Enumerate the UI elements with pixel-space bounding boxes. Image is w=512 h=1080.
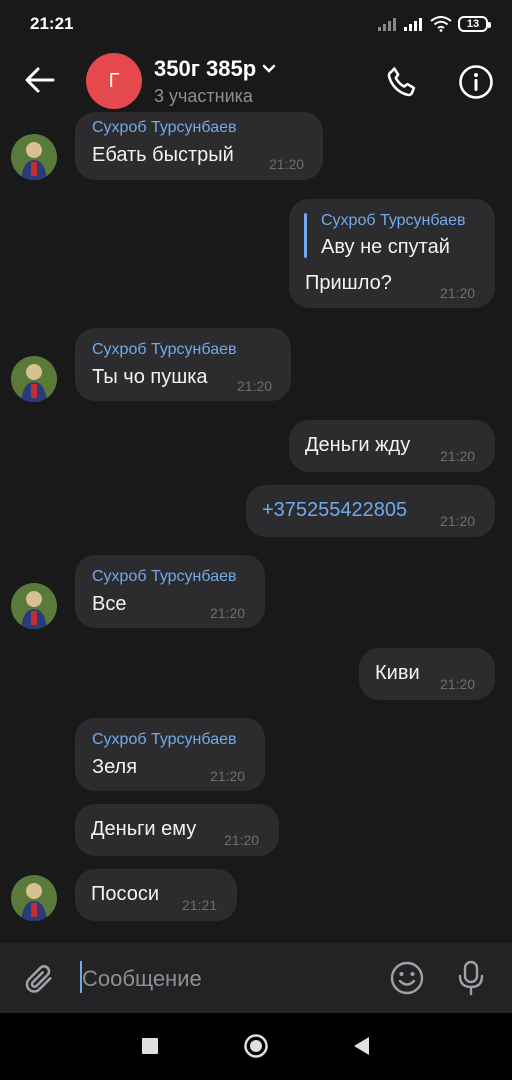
message-bubble[interactable]: Сухроб Турсунбаев Аву не спутай Пришло? … <box>289 199 495 308</box>
smiley-icon <box>390 961 424 995</box>
phone-link[interactable]: +375255422805 <box>262 499 407 522</box>
message-text: Пришло? <box>305 272 392 294</box>
square-icon <box>142 1038 158 1054</box>
info-icon <box>459 65 493 99</box>
message-text: Деньги ему <box>91 818 197 840</box>
system-nav-bar <box>0 1013 512 1080</box>
avatar-photo-icon <box>11 583 57 629</box>
recents-button[interactable] <box>135 1031 165 1061</box>
reply-sender: Сухроб Турсунбаев <box>321 212 466 229</box>
message-text: Пососи <box>91 883 160 905</box>
sender-name: Сухроб Турсунбаев <box>92 568 237 585</box>
chat-avatar[interactable]: Г <box>86 53 142 109</box>
phone-icon <box>387 67 416 97</box>
message-bubble[interactable]: Деньги жду 21:20 <box>289 420 495 472</box>
emoji-button[interactable] <box>386 957 428 999</box>
message-text: Зеля <box>92 756 138 778</box>
triangle-back-icon <box>354 1037 369 1055</box>
signal-icon <box>378 18 396 31</box>
sender-name: Сухроб Турсунбаев <box>92 341 237 358</box>
message-list[interactable]: Сухроб Турсунбаев Ебать быстрый 21:20 Су… <box>0 112 512 942</box>
message-time: 21:20 <box>440 676 476 692</box>
message-bubble[interactable]: Сухроб Турсунбаев Ебать быстрый 21:20 <box>75 112 323 180</box>
message-time: 21:20 <box>237 378 273 394</box>
status-time: 21:21 <box>30 14 74 33</box>
message-time: 21:21 <box>182 897 218 913</box>
reply-quote-bar <box>304 213 307 258</box>
message-composer <box>0 943 512 1013</box>
microphone-icon <box>458 960 484 996</box>
message-text: Киви <box>375 662 420 684</box>
chat-title[interactable]: 350г 385р <box>154 56 276 82</box>
chevron-down-icon <box>262 64 276 73</box>
avatar-photo-icon <box>11 875 57 921</box>
message-text: Ты чо пушка <box>92 366 208 388</box>
message-time: 21:20 <box>440 448 476 464</box>
message-time: 21:20 <box>269 156 305 172</box>
message-bubble[interactable]: Сухроб Турсунбаев Все 21:20 <box>75 555 265 628</box>
avatar-photo-icon <box>11 356 57 402</box>
sender-avatar[interactable] <box>11 875 57 921</box>
message-time: 21:20 <box>440 285 476 301</box>
paperclip-icon <box>25 965 52 993</box>
sender-avatar[interactable] <box>11 134 57 180</box>
status-bar: 21:21 13 <box>0 0 512 48</box>
attach-button[interactable] <box>18 958 60 1000</box>
chat-title-text: 350г 385р <box>154 56 257 81</box>
sender-avatar[interactable] <box>11 583 57 629</box>
back-button[interactable] <box>20 60 60 100</box>
battery-level: 13 <box>466 18 480 30</box>
back-nav-button[interactable] <box>346 1031 376 1061</box>
message-text: Все <box>92 593 127 615</box>
microphone-button[interactable] <box>450 957 492 999</box>
message-bubble[interactable]: Киви 21:20 <box>359 648 495 700</box>
wifi-icon <box>430 16 452 32</box>
message-bubble[interactable]: Деньги ему 21:20 <box>75 804 279 856</box>
avatar-photo-icon <box>11 134 57 180</box>
sender-name: Сухроб Турсунбаев <box>92 119 237 136</box>
message-text: Ебать быстрый <box>92 144 234 166</box>
text-cursor <box>80 961 82 993</box>
message-text: Деньги жду <box>305 434 411 456</box>
home-button[interactable] <box>241 1031 271 1061</box>
members-count: 3 участника <box>154 86 253 106</box>
sender-avatar[interactable] <box>11 356 57 402</box>
message-bubble[interactable]: Пососи 21:21 <box>75 869 237 921</box>
message-bubble[interactable]: +375255422805 21:20 <box>246 485 495 537</box>
message-bubble[interactable]: Сухроб Турсунбаев Ты чо пушка 21:20 <box>75 328 291 401</box>
message-time: 21:20 <box>210 768 246 784</box>
message-time: 21:20 <box>224 832 260 848</box>
status-icons: 13 <box>378 13 491 35</box>
sender-name: Сухроб Турсунбаев <box>92 731 237 748</box>
message-time: 21:20 <box>440 513 476 529</box>
message-input[interactable] <box>80 957 374 1001</box>
chat-header: Г 350г 385р 3 участника <box>0 48 512 112</box>
message-bubble[interactable]: Сухроб Турсунбаев Зеля 21:20 <box>75 718 265 791</box>
signal-icon <box>404 18 422 31</box>
avatar-letter: Г <box>108 69 120 92</box>
message-time: 21:20 <box>210 605 246 621</box>
battery-icon: 13 <box>458 16 491 32</box>
call-button[interactable] <box>380 60 424 104</box>
info-button[interactable] <box>454 60 498 104</box>
arrow-left-icon <box>25 67 55 93</box>
circle-icon <box>244 1034 268 1058</box>
reply-text: Аву не спутай <box>321 236 450 258</box>
